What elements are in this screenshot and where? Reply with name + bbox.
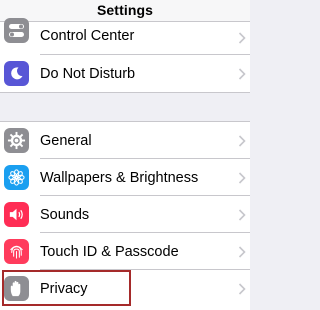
settings-group-2: General Wallpapers & Brightness Sounds T…: [0, 121, 250, 310]
page-title: Settings: [96, 2, 154, 18]
settings-row-label: Touch ID & Passcode: [40, 243, 179, 260]
gear-icon: [4, 128, 29, 153]
flower-icon: [4, 165, 29, 190]
chevron-right-icon: [238, 67, 246, 80]
chevron-right-icon: [238, 208, 246, 221]
navigation-bar: Settings: [0, 0, 250, 22]
hand-icon: [4, 276, 29, 301]
speaker-icon: [4, 202, 29, 227]
settings-row-label: Wallpapers & Brightness: [40, 169, 199, 186]
settings-row-label: Do Not Disturb: [40, 65, 136, 82]
settings-row-sounds[interactable]: Sounds: [0, 196, 250, 233]
moon-icon: [4, 61, 29, 86]
chevron-right-icon: [238, 245, 246, 258]
fingerprint-icon: [4, 239, 29, 264]
settings-row-do-not-disturb[interactable]: Do Not Disturb: [0, 55, 250, 92]
settings-row-label: General: [40, 132, 92, 149]
chevron-right-icon: [238, 282, 246, 295]
chevron-right-icon: [238, 171, 246, 184]
chevron-right-icon: [238, 134, 246, 147]
settings-row-privacy[interactable]: Privacy: [0, 270, 250, 307]
toggles-icon: [4, 18, 29, 43]
settings-row-label: Control Center: [40, 28, 135, 44]
settings-group-1: Control Center Do Not Disturb: [0, 18, 250, 93]
settings-row-control-center[interactable]: Control Center: [0, 18, 250, 55]
settings-row-general[interactable]: General: [0, 122, 250, 159]
settings-row-label: Privacy: [40, 280, 88, 297]
settings-row-touch-id-passcode[interactable]: Touch ID & Passcode: [0, 233, 250, 270]
chevron-right-icon: [238, 32, 246, 44]
settings-row-wallpapers-brightness[interactable]: Wallpapers & Brightness: [0, 159, 250, 196]
settings-row-label: Sounds: [40, 206, 90, 223]
